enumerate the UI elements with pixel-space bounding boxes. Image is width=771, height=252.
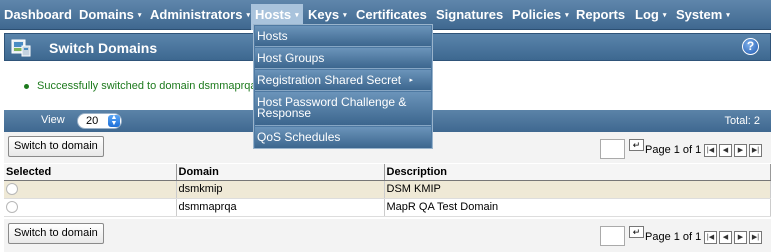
switch-to-domain-button[interactable]: Switch to domain bbox=[8, 136, 104, 157]
success-message: Successfully switched to domain dsmmaprq… bbox=[37, 80, 260, 92]
page-number-input[interactable] bbox=[600, 226, 625, 246]
nav-certificates-label: Certificates bbox=[356, 7, 427, 22]
first-page-icon[interactable]: |◀ bbox=[704, 144, 717, 157]
menu-item-hosts[interactable]: Hosts bbox=[255, 26, 431, 47]
go-page-button[interactable]: ↵ bbox=[629, 226, 644, 238]
nav-domains-label: Domains bbox=[79, 7, 134, 22]
column-header-description: Description bbox=[384, 164, 771, 181]
row-radio[interactable] bbox=[6, 183, 18, 196]
chevron-down-icon: ▾ bbox=[662, 12, 667, 19]
menu-item-registration-shared-secret[interactable]: Registration Shared Secret ▸ bbox=[255, 70, 431, 91]
next-page-icon[interactable]: ▶ bbox=[734, 144, 747, 157]
nav-policies-label: Policies bbox=[512, 7, 562, 22]
bottom-action-row: Switch to domain ↵ Page 1 of 1 |◀ ◀ ▶ ▶| bbox=[4, 219, 771, 252]
chevron-down-icon: ▾ bbox=[343, 12, 347, 19]
page-indicator: Page 1 of 1 bbox=[645, 144, 702, 156]
table-row[interactable]: dsmkmip DSM KMIP bbox=[4, 180, 771, 199]
view-label: View bbox=[41, 114, 65, 126]
switch-to-domain-button[interactable]: Switch to domain bbox=[8, 223, 104, 244]
chevron-down-icon: ▾ bbox=[726, 12, 730, 19]
switch-domains-icon bbox=[11, 39, 31, 57]
page-indicator: Page 1 of 1 bbox=[645, 231, 702, 243]
page-number-input[interactable] bbox=[600, 139, 625, 159]
nav-log-label: Log bbox=[635, 7, 659, 22]
nav-system-label: System bbox=[676, 7, 723, 22]
menu-item-label: Host Password Challenge & Response bbox=[257, 95, 407, 120]
column-header-domain: Domain bbox=[176, 164, 385, 181]
page-title: Switch Domains bbox=[49, 40, 158, 56]
nav-domains[interactable]: Domains ▾ bbox=[79, 7, 141, 25]
chevron-down-icon: ▾ bbox=[565, 12, 569, 19]
chevron-down-icon: ▾ bbox=[246, 12, 250, 19]
nav-administrators[interactable]: Administrators ▾ bbox=[150, 7, 250, 25]
prev-page-icon[interactable]: ◀ bbox=[719, 144, 732, 157]
table-cell-description: DSM KMIP bbox=[384, 180, 771, 199]
nav-log[interactable]: Log ▾ bbox=[635, 7, 666, 25]
chevron-down-icon: ▾ bbox=[295, 12, 299, 19]
nav-policies[interactable]: Policies ▾ bbox=[512, 7, 569, 25]
table-cell-domain: dsmmaprqa bbox=[176, 198, 385, 217]
pager: |◀ ◀ ▶ ▶| bbox=[704, 231, 762, 244]
nav-keys[interactable]: Keys ▾ bbox=[308, 7, 347, 25]
chevron-down-icon: ▾ bbox=[137, 12, 142, 19]
first-page-icon[interactable]: |◀ bbox=[704, 231, 717, 244]
table-cell-description: MapR QA Test Domain bbox=[384, 198, 771, 217]
table-cell-selected bbox=[4, 198, 177, 217]
next-page-icon[interactable]: ▶ bbox=[734, 231, 747, 244]
domains-table: Selected Domain Description dsmkmip DSM … bbox=[4, 164, 771, 217]
nav-system[interactable]: System ▾ bbox=[676, 7, 730, 25]
nav-dashboard-label: Dashboard bbox=[4, 7, 72, 22]
bullet-icon bbox=[24, 84, 29, 89]
page-size-value: 20 bbox=[86, 115, 99, 127]
nav-certificates[interactable]: Certificates bbox=[356, 7, 427, 25]
go-page-button[interactable]: ↵ bbox=[629, 139, 644, 151]
column-header-selected: Selected bbox=[4, 164, 177, 181]
hosts-dropdown-menu: Hosts Host Groups Registration Shared Se… bbox=[253, 24, 433, 149]
total-count: Total: 2 bbox=[724, 115, 760, 127]
page-size-select[interactable]: 20 ▲ ▼ bbox=[77, 113, 122, 129]
select-arrows-icon: ▲ ▼ bbox=[108, 114, 120, 127]
table-cell-domain: dsmkmip bbox=[176, 180, 385, 199]
help-icon[interactable]: ? bbox=[742, 38, 759, 55]
menu-item-qos-schedules[interactable]: QoS Schedules bbox=[255, 127, 431, 148]
menu-item-label: Hosts bbox=[257, 29, 288, 43]
menu-item-label: Registration Shared Secret bbox=[257, 73, 402, 87]
nav-reports-label: Reports bbox=[576, 7, 626, 22]
nav-signatures-label: Signatures bbox=[436, 7, 504, 22]
table-row[interactable]: dsmmaprqa MapR QA Test Domain bbox=[4, 198, 771, 217]
menu-item-label: Host Groups bbox=[257, 51, 325, 65]
menu-item-host-groups[interactable]: Host Groups bbox=[255, 48, 431, 69]
last-page-icon[interactable]: ▶| bbox=[749, 144, 762, 157]
nav-hosts-label: Hosts bbox=[255, 7, 292, 22]
nav-keys-label: Keys bbox=[308, 7, 340, 22]
menu-item-label: QoS Schedules bbox=[257, 130, 341, 144]
nav-reports[interactable]: Reports bbox=[576, 7, 625, 25]
nav-administrators-label: Administrators bbox=[150, 7, 243, 22]
table-header-row: Selected Domain Description bbox=[4, 164, 771, 181]
pager: |◀ ◀ ▶ ▶| bbox=[704, 144, 762, 157]
nav-signatures[interactable]: Signatures bbox=[436, 7, 503, 25]
table-cell-selected bbox=[4, 180, 177, 199]
nav-dashboard[interactable]: Dashboard bbox=[4, 7, 72, 25]
menu-item-host-password-challenge[interactable]: Host Password Challenge & Response bbox=[255, 92, 431, 126]
prev-page-icon[interactable]: ◀ bbox=[719, 231, 732, 244]
row-radio[interactable] bbox=[6, 201, 18, 214]
last-page-icon[interactable]: ▶| bbox=[749, 231, 762, 244]
submenu-arrow-icon: ▸ bbox=[409, 77, 413, 84]
